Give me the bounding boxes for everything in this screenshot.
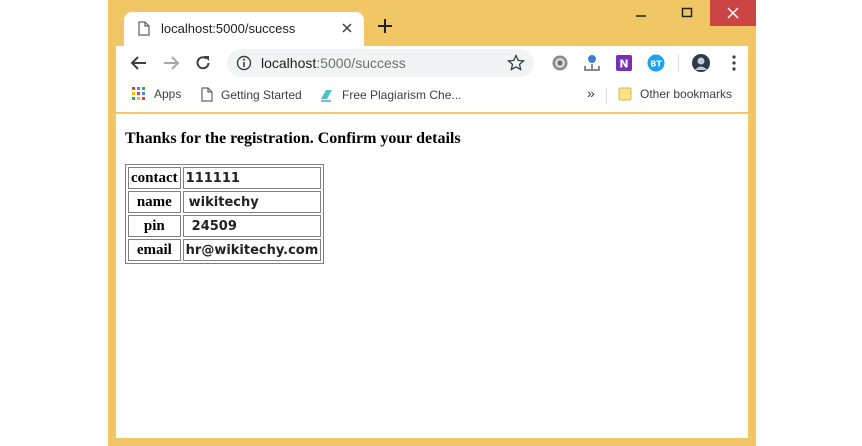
detail-key: pin <box>128 215 181 237</box>
bookmarks-overflow-button[interactable]: » <box>587 85 595 101</box>
apps-grid-icon <box>132 87 146 101</box>
bookmark-label: Getting Started <box>221 87 302 102</box>
bookmarks-bar: Apps Getting Started Free Plagiarism Che… <box>116 80 748 112</box>
url-text[interactable]: localhost:5000/success <box>261 55 406 71</box>
forward-icon[interactable] <box>162 54 180 72</box>
url-host: localhost <box>261 55 317 71</box>
toolbar-divider <box>678 54 679 72</box>
detail-value: 111111 <box>182 167 322 189</box>
browser-tab[interactable]: localhost:5000/success <box>124 12 364 46</box>
onenote-icon-letter: N <box>619 58 628 71</box>
window-controls <box>618 0 756 26</box>
toolbar: localhost:5000/success N BT <box>116 46 748 80</box>
minimize-button[interactable] <box>618 0 664 26</box>
reload-icon[interactable] <box>194 54 212 72</box>
detail-value: hr@wikitechy.com <box>182 239 322 261</box>
bookmark-apps-label: Apps <box>154 87 182 101</box>
tab-title: localhost:5000/success <box>161 21 296 36</box>
folder-icon <box>618 87 632 101</box>
page-heading: Thanks for the registration. Confirm you… <box>125 130 461 147</box>
table-row: email hr@wikitechy.com <box>128 239 322 261</box>
detail-key: contact <box>128 167 181 189</box>
download-extension-icon[interactable] <box>582 53 602 73</box>
detail-key: email <box>128 239 181 261</box>
plagiarism-checker-icon <box>319 87 334 102</box>
address-bar[interactable]: localhost:5000/success <box>227 49 534 77</box>
bookmarks-divider <box>606 88 607 104</box>
table-row: pin 24509 <box>128 215 322 237</box>
menu-kebab-icon[interactable] <box>724 53 744 73</box>
tab-close-icon[interactable] <box>340 21 354 35</box>
onenote-icon[interactable]: N <box>614 53 634 73</box>
url-path: :5000/success <box>316 55 406 71</box>
minimize-icon <box>636 15 646 17</box>
detail-value: 24509 <box>182 215 322 237</box>
bookmark-label: Free Plagiarism Che... <box>342 87 462 102</box>
maximize-button[interactable] <box>664 0 710 26</box>
table-row: contact 111111 <box>128 167 322 189</box>
bookmark-other[interactable]: Other bookmarks <box>618 87 732 101</box>
close-icon <box>727 7 739 19</box>
table-row: name wikitechy <box>128 191 322 213</box>
detail-value: wikitechy <box>182 191 322 213</box>
profile-avatar-icon[interactable] <box>691 53 711 73</box>
bt-icon[interactable]: BT <box>646 53 666 73</box>
settings-gear-icon[interactable] <box>550 53 570 73</box>
bookmark-apps[interactable]: Apps <box>132 87 181 101</box>
page-icon <box>201 87 213 102</box>
page-content: Thanks for the registration. Confirm you… <box>116 113 748 438</box>
page-icon <box>138 21 150 36</box>
maximize-icon <box>681 7 693 18</box>
details-table: contact 111111 name wikitechy pin 24509 … <box>125 164 325 264</box>
chevron-double-right-icon: » <box>587 85 595 101</box>
bookmark-other-label: Other bookmarks <box>640 87 733 101</box>
new-tab-icon[interactable] <box>377 18 393 34</box>
bookmark-free-plagiarism[interactable]: Free Plagiarism Che... <box>319 87 461 102</box>
info-icon[interactable] <box>236 55 252 71</box>
bt-icon-label: BT <box>650 60 662 69</box>
close-window-button[interactable] <box>710 0 756 26</box>
back-icon[interactable] <box>130 54 148 72</box>
detail-key: name <box>128 191 181 213</box>
bookmark-star-icon[interactable] <box>507 54 525 72</box>
bookmark-getting-started[interactable]: Getting Started <box>201 87 302 102</box>
browser-window: localhost:5000/success localhost:5000/su… <box>108 0 756 446</box>
